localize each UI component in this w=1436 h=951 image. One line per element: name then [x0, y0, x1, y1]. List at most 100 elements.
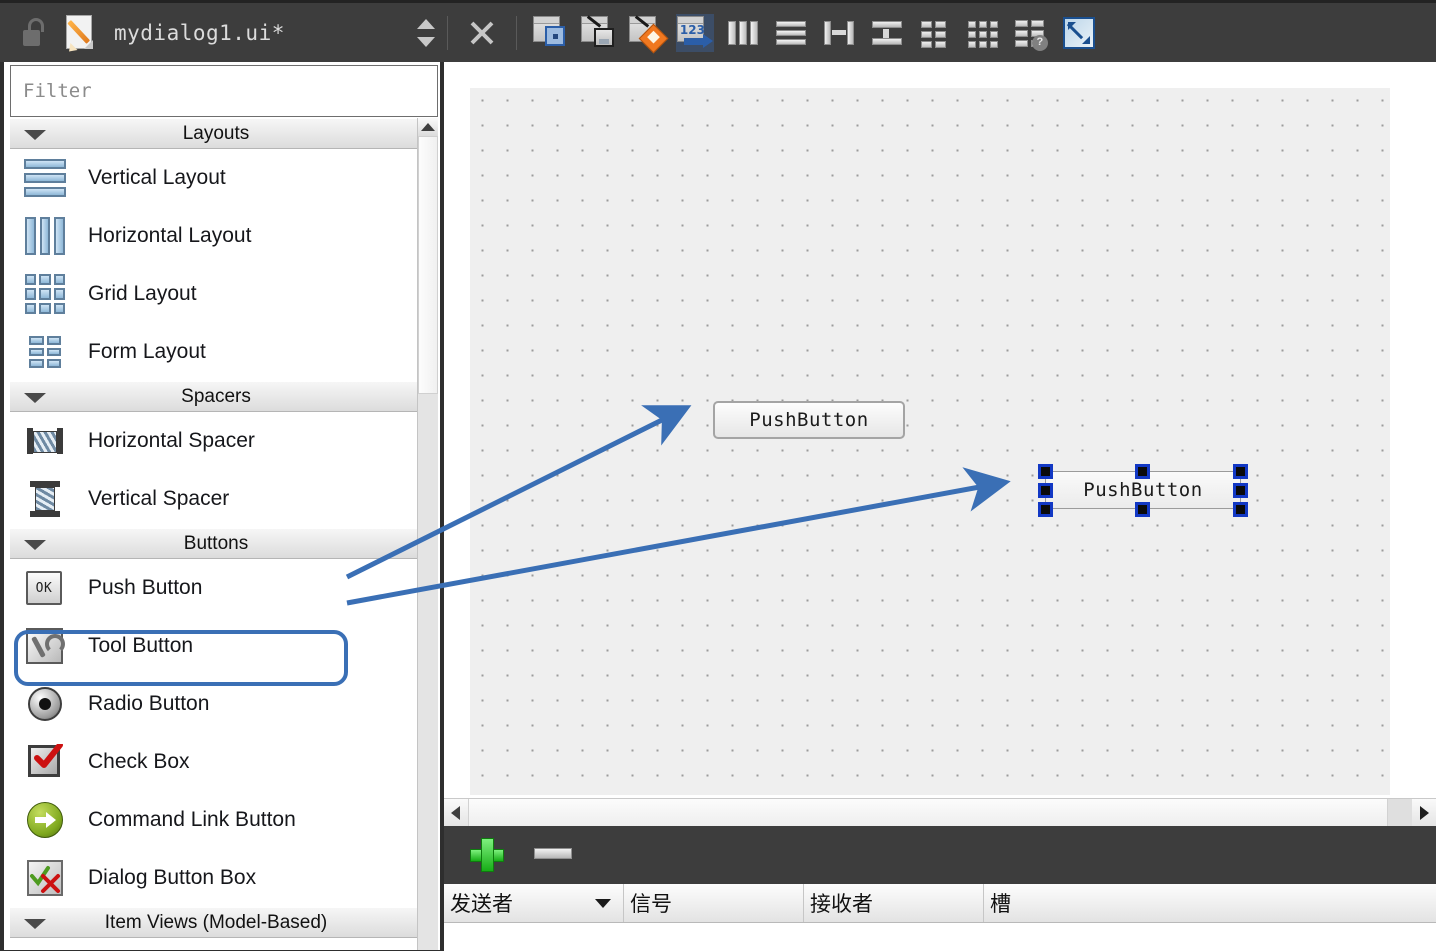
- resize-handle-top-right[interactable]: [1233, 464, 1248, 479]
- widget-item-vertical-spacer[interactable]: Vertical Spacer: [10, 470, 422, 528]
- category-header-layouts[interactable]: Layouts: [10, 118, 422, 149]
- layout-vertical-icon[interactable]: [772, 14, 810, 52]
- scrollbar-gap: [1388, 799, 1412, 827]
- push-button-icon-label: OK: [26, 571, 62, 605]
- edit-buddies-icon[interactable]: [628, 14, 669, 53]
- connections-table-header: 发送者 信号 接收者 槽: [444, 884, 1436, 923]
- widget-item-label: Grid Layout: [88, 282, 197, 305]
- form-layout-icon: [24, 331, 66, 373]
- horizontal-spacer-icon: [24, 420, 66, 462]
- command-link-button-icon: [24, 799, 66, 841]
- sort-indicator-icon: [595, 899, 611, 908]
- radio-button-icon: [24, 683, 66, 725]
- edit-widgets-icon[interactable]: [532, 14, 570, 52]
- form-layout-icon[interactable]: [916, 14, 954, 52]
- resize-handle-top-center[interactable]: [1135, 464, 1150, 479]
- category-header-spacers[interactable]: Spacers: [10, 381, 422, 412]
- category-title: Layouts: [182, 122, 250, 144]
- splitter-vertical-icon[interactable]: [868, 14, 906, 52]
- scrollbar-track[interactable]: [468, 799, 1388, 827]
- widget-item-command-link-button[interactable]: Command Link Button: [10, 791, 422, 849]
- chevron-down-icon: [24, 130, 46, 140]
- resize-handle-top-left[interactable]: [1038, 464, 1053, 479]
- connections-table[interactable]: 发送者 信号 接收者 槽: [444, 884, 1436, 951]
- remove-connection-button[interactable]: [534, 848, 572, 859]
- horizontal-layout-icon: [24, 215, 66, 257]
- widget-item-label: Push Button: [88, 576, 203, 599]
- file-edit-icon: [65, 14, 96, 55]
- widget-list[interactable]: Layouts Vertical Layout Horizontal Layou…: [10, 118, 423, 950]
- unlock-icon[interactable]: [22, 17, 50, 48]
- resize-handle-middle-left[interactable]: [1038, 483, 1053, 498]
- chevron-down-icon: [24, 540, 46, 550]
- vertical-layout-icon: [24, 157, 66, 199]
- add-connection-button[interactable]: [470, 838, 504, 872]
- widget-item-label: Vertical Layout: [88, 166, 226, 189]
- tab-order-number-label: 123: [679, 22, 705, 37]
- title-toolbar: mydialog1.ui* 123 ?: [0, 0, 1436, 62]
- widget-item-grid-layout[interactable]: Grid Layout: [10, 265, 422, 323]
- widget-item-label: Command Link Button: [88, 808, 296, 831]
- widget-item-vertical-layout[interactable]: Vertical Layout: [10, 149, 422, 207]
- column-header-sender[interactable]: 发送者: [444, 884, 624, 922]
- column-header-signal[interactable]: 信号: [624, 884, 804, 922]
- widget-item-radio-button[interactable]: Radio Button: [10, 675, 422, 733]
- widget-item-horizontal-layout[interactable]: Horizontal Layout: [10, 207, 422, 265]
- column-header-slot[interactable]: 槽: [984, 884, 1436, 922]
- grid-layout-icon[interactable]: [964, 14, 1002, 52]
- resize-handle-bottom-left[interactable]: [1038, 502, 1053, 517]
- column-label: 槽: [990, 893, 1011, 916]
- toolbar-separator-1: [446, 15, 448, 50]
- widget-item-label: Horizontal Layout: [88, 224, 252, 247]
- widget-item-horizontal-spacer[interactable]: Horizontal Spacer: [10, 412, 422, 470]
- category-title: Spacers: [181, 385, 251, 407]
- filter-input[interactable]: Filter: [10, 65, 438, 117]
- widget-item-label: Horizontal Spacer: [88, 429, 255, 452]
- column-header-receiver[interactable]: 接收者: [804, 884, 984, 922]
- scroll-right-button[interactable]: [1412, 799, 1436, 827]
- widget-item-label: Radio Button: [88, 692, 210, 715]
- signal-slot-editor-panel: 发送者 信号 接收者 槽: [444, 826, 1436, 951]
- resize-handle-bottom-center[interactable]: [1135, 502, 1150, 517]
- column-label: 信号: [630, 893, 672, 916]
- break-layout-badge-icon: ?: [1031, 34, 1048, 51]
- connections-table-body[interactable]: [444, 923, 1436, 951]
- spin-up-down-icon[interactable]: [415, 16, 437, 50]
- canvas-horizontal-scrollbar[interactable]: [444, 798, 1436, 827]
- push-button-icon: OK: [24, 567, 66, 609]
- widget-item-tool-button[interactable]: Tool Button: [10, 617, 422, 675]
- edit-signals-slots-icon[interactable]: [580, 14, 618, 52]
- category-title: Buttons: [183, 532, 249, 554]
- category-header-buttons[interactable]: Buttons: [10, 528, 422, 559]
- splitter-horizontal-icon[interactable]: [820, 14, 858, 52]
- widget-item-check-box[interactable]: Check Box: [10, 733, 422, 791]
- tool-button-icon: [24, 625, 66, 667]
- check-box-icon: [24, 741, 66, 783]
- column-label: 接收者: [810, 893, 873, 916]
- widget-item-label: Check Box: [88, 750, 190, 773]
- widget-item-form-layout[interactable]: Form Layout: [10, 323, 422, 381]
- pushbutton-1[interactable]: PushButton: [713, 401, 905, 439]
- close-x-icon[interactable]: [463, 14, 501, 52]
- category-header-item-views[interactable]: Item Views (Model-Based): [10, 907, 422, 938]
- chevron-down-icon: [24, 919, 46, 929]
- adjust-size-icon[interactable]: [1060, 14, 1098, 52]
- filter-placeholder: Filter: [23, 80, 92, 102]
- widget-item-dialog-button-box[interactable]: Dialog Button Box: [10, 849, 422, 907]
- form-canvas-area[interactable]: PushButton PushButton: [444, 62, 1436, 817]
- sidebar-vertical-scrollbar[interactable]: [417, 118, 438, 950]
- scrollbar-thumb[interactable]: [418, 136, 438, 394]
- category-title: Item Views (Model-Based): [104, 911, 328, 933]
- break-layout-icon[interactable]: ?: [1012, 14, 1050, 52]
- layout-horizontal-icon[interactable]: [724, 14, 762, 52]
- resize-handle-middle-right[interactable]: [1233, 483, 1248, 498]
- resize-handle-bottom-right[interactable]: [1233, 502, 1248, 517]
- edit-tab-order-icon[interactable]: 123: [676, 14, 714, 52]
- scroll-left-button[interactable]: [444, 799, 468, 827]
- widget-item-label: Vertical Spacer: [88, 487, 230, 510]
- scroll-up-button[interactable]: [418, 118, 438, 136]
- design-form[interactable]: PushButton PushButton: [470, 88, 1390, 795]
- form-filename: mydialog1.ui*: [114, 20, 285, 45]
- widget-item-push-button[interactable]: OK Push Button: [10, 559, 422, 617]
- widget-item-label: Dialog Button Box: [88, 866, 257, 889]
